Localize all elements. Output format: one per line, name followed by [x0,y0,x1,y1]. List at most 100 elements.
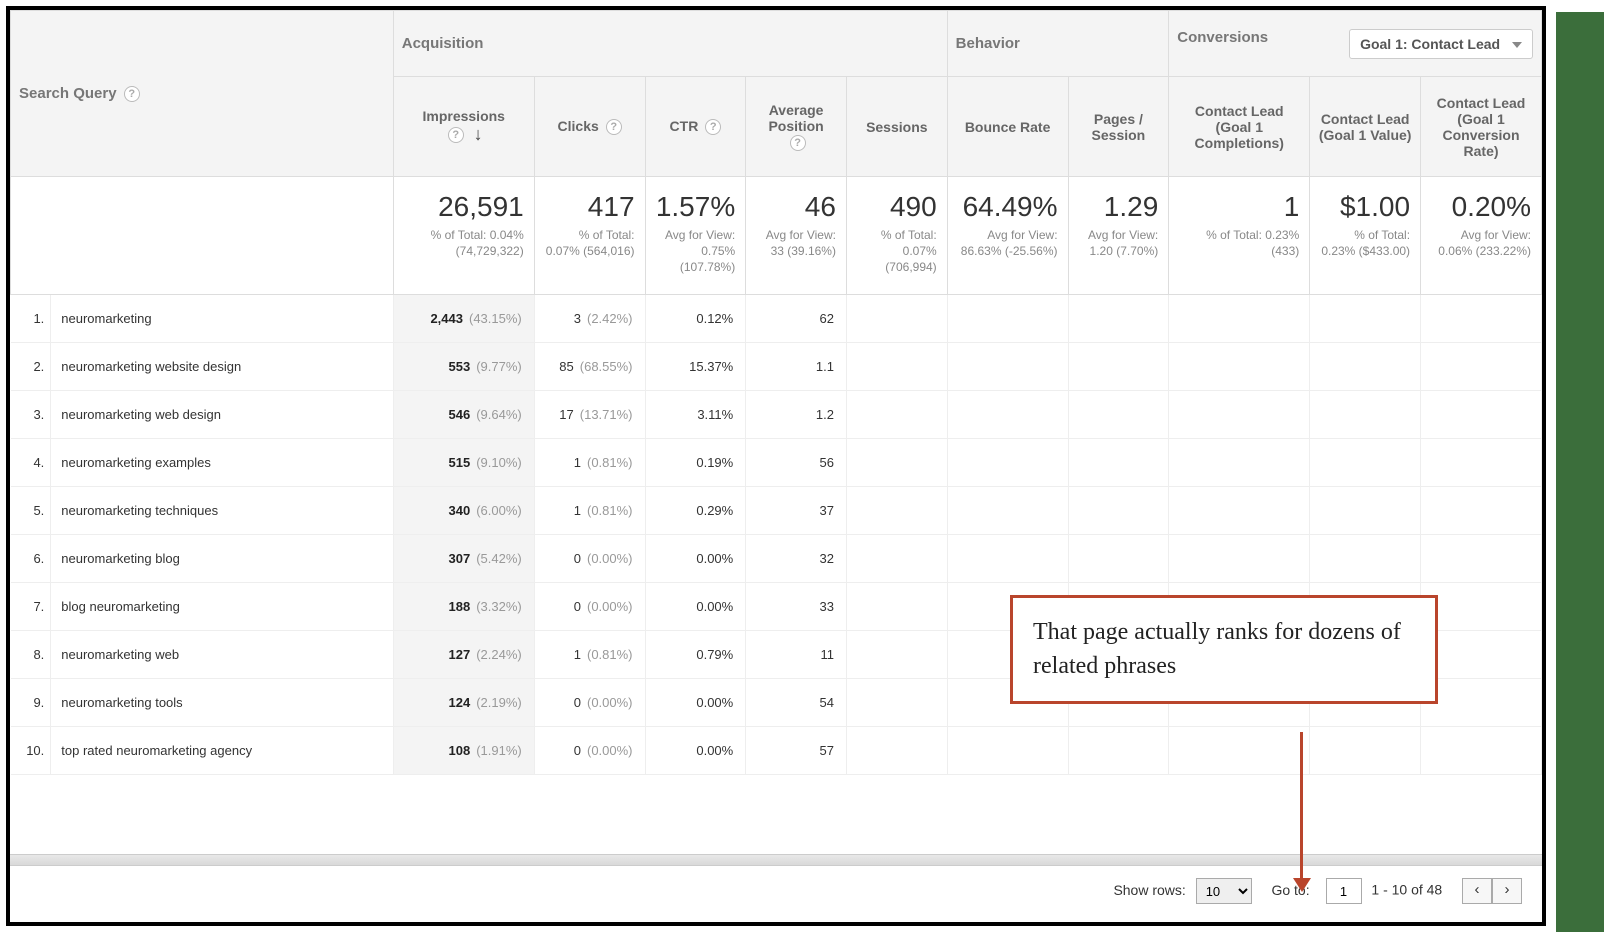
table-row[interactable]: 3.neuromarketing web design546(9.64%)17(… [11,391,1542,439]
col-impressions[interactable]: Impressions ? ↓ [393,77,534,177]
summary-row: 26,591 % of Total: 0.04% (74,729,322) 41… [11,177,1542,295]
table-row[interactable]: 10.top rated neuromarketing agency108(1.… [11,727,1542,775]
help-icon[interactable]: ? [790,135,806,151]
summary-sessions-sub: % of Total: 0.07% (706,994) [857,227,937,276]
clicks-cell: 0(0.00%) [534,535,645,583]
prev-page-button[interactable]: ‹ [1462,878,1492,904]
impressions-cell: 546(9.64%) [393,391,534,439]
empty-cell [1421,583,1542,631]
search-query-cell[interactable]: neuromarketing [51,295,393,343]
summary-ctr-sub: Avg for View: 0.75% (107.78%) [656,227,736,276]
search-query-cell[interactable]: top rated neuromarketing agency [51,727,393,775]
empty-cell [846,487,947,535]
table-row[interactable]: 1.neuromarketing2,443(43.15%)3(2.42%)0.1… [11,295,1542,343]
help-icon[interactable]: ? [448,127,464,143]
summary-goal-rate: 0.20% Avg for View: 0.06% (233.22%) [1421,177,1542,295]
row-number: 1. [11,295,51,343]
empty-cell [947,439,1068,487]
help-icon[interactable]: ? [705,119,721,135]
empty-cell [947,727,1068,775]
empty-cell [1310,727,1421,775]
col-goal-rate-label: Contact Lead (Goal 1 Conversion Rate) [1437,95,1526,159]
impressions-cell: 307(5.42%) [393,535,534,583]
summary-avg-position-sub: Avg for View: 33 (39.16%) [756,227,836,259]
empty-cell [846,727,947,775]
table-row[interactable]: 4.neuromarketing examples515(9.10%)1(0.8… [11,439,1542,487]
summary-ctr: 1.57% Avg for View: 0.75% (107.78%) [645,177,746,295]
col-goal-value[interactable]: Contact Lead (Goal 1 Value) [1310,77,1421,177]
search-query-cell[interactable]: neuromarketing examples [51,439,393,487]
summary-clicks: 417 % of Total: 0.07% (564,016) [534,177,645,295]
search-query-cell[interactable]: neuromarketing blog [51,535,393,583]
empty-cell [1421,631,1542,679]
avg-position-cell: 1.2 [746,391,847,439]
impressions-cell: 553(9.77%) [393,343,534,391]
col-impressions-label: Impressions [422,108,504,124]
impressions-cell: 515(9.10%) [393,439,534,487]
empty-cell [1421,295,1542,343]
clicks-cell: 0(0.00%) [534,727,645,775]
empty-cell [1169,439,1310,487]
summary-goal-completions: 1 % of Total: 0.23% (433) [1169,177,1310,295]
impressions-cell: 2,443(43.15%) [393,295,534,343]
search-query-cell[interactable]: neuromarketing website design [51,343,393,391]
avg-position-cell: 33 [746,583,847,631]
search-query-cell[interactable]: neuromarketing web design [51,391,393,439]
search-query-cell[interactable]: neuromarketing techniques [51,487,393,535]
empty-cell [1310,535,1421,583]
empty-cell [1421,343,1542,391]
impressions-cell: 127(2.24%) [393,631,534,679]
empty-cell [1068,487,1169,535]
avg-position-cell: 1.1 [746,343,847,391]
help-icon[interactable]: ? [124,86,140,102]
group-acquisition-label: Acquisition [402,35,484,52]
next-page-button[interactable]: › [1492,878,1522,904]
col-clicks[interactable]: Clicks ? [534,77,645,177]
empty-cell [1421,679,1542,727]
clicks-cell: 1(0.81%) [534,439,645,487]
empty-cell [1310,487,1421,535]
empty-cell [1169,487,1310,535]
table-row[interactable]: 5.neuromarketing techniques340(6.00%)1(0… [11,487,1542,535]
col-ctr[interactable]: CTR ? [645,77,746,177]
ctr-cell: 3.11% [645,391,746,439]
col-goal-rate[interactable]: Contact Lead (Goal 1 Conversion Rate) [1421,77,1542,177]
summary-goal-completions-sub: % of Total: 0.23% (433) [1179,227,1299,259]
row-number: 2. [11,343,51,391]
pagination: Show rows: 10 Go to: 1 - 10 of 48 ‹› [1113,878,1522,904]
goto-input[interactable] [1326,878,1362,904]
summary-pages-session: 1.29 Avg for View: 1.20 (7.70%) [1068,177,1169,295]
search-query-cell[interactable]: neuromarketing tools [51,679,393,727]
avg-position-cell: 62 [746,295,847,343]
col-bounce-rate-label: Bounce Rate [965,119,1051,135]
group-behavior: Behavior [947,11,1169,77]
ctr-cell: 0.19% [645,439,746,487]
summary-goal-value: $1.00 % of Total: 0.23% ($433.00) [1310,177,1421,295]
row-number: 6. [11,535,51,583]
search-query-cell[interactable]: neuromarketing web [51,631,393,679]
horizontal-scrollbar[interactable] [10,854,1542,866]
col-sessions[interactable]: Sessions [846,77,947,177]
summary-pages-session-sub: Avg for View: 1.20 (7.70%) [1079,227,1159,259]
empty-cell [846,295,947,343]
avg-position-cell: 57 [746,727,847,775]
avg-position-cell: 32 [746,535,847,583]
clicks-cell: 85(68.55%) [534,343,645,391]
col-avg-position[interactable]: Average Position ? [746,77,847,177]
col-bounce-rate[interactable]: Bounce Rate [947,77,1068,177]
goal-select[interactable]: Goal 1: Contact Lead [1349,29,1533,59]
empty-cell [1421,535,1542,583]
summary-bounce-rate: 64.49% Avg for View: 86.63% (-25.56%) [947,177,1068,295]
col-goal-completions[interactable]: Contact Lead (Goal 1 Completions) [1169,77,1310,177]
show-rows-select[interactable]: 10 [1196,878,1252,904]
col-search-query[interactable]: Search Query ? [11,11,394,177]
annotation-arrowhead-icon [1293,878,1311,892]
row-number: 9. [11,679,51,727]
table-row[interactable]: 6.neuromarketing blog307(5.42%)0(0.00%)0… [11,535,1542,583]
empty-cell [1068,535,1169,583]
search-query-cell[interactable]: blog neuromarketing [51,583,393,631]
col-pages-session[interactable]: Pages / Session [1068,77,1169,177]
table-row[interactable]: 2.neuromarketing website design553(9.77%… [11,343,1542,391]
help-icon[interactable]: ? [606,119,622,135]
summary-clicks-sub: % of Total: 0.07% (564,016) [545,227,635,259]
